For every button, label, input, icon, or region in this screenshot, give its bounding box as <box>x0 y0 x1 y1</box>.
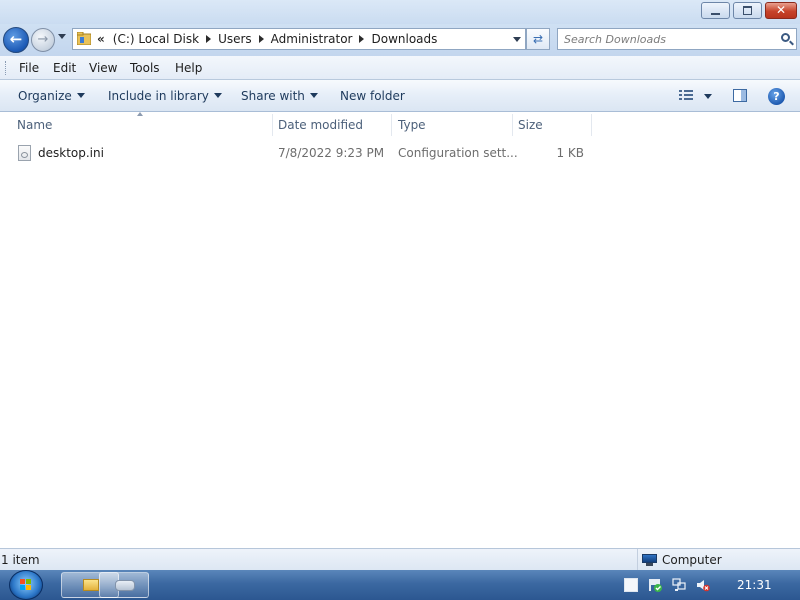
file-date-modified: 7/8/2022 9:23 PM <box>278 146 385 160</box>
column-divider[interactable] <box>391 114 392 136</box>
chevron-down-icon <box>309 93 318 98</box>
menu-view[interactable]: View <box>89 61 117 75</box>
back-button[interactable]: ← <box>3 27 29 53</box>
windows-logo-icon <box>20 579 32 591</box>
address-bar[interactable]: « (C:) Local Disk Users Administrator Do… <box>72 28 526 50</box>
change-view-icon[interactable] <box>679 90 693 101</box>
restore-icon <box>743 6 752 15</box>
address-history-dropdown[interactable] <box>513 37 521 42</box>
chevron-down-icon <box>76 93 85 98</box>
menu-tools[interactable]: Tools <box>130 61 160 75</box>
share-with-button[interactable]: Share with <box>241 89 318 103</box>
menu-help[interactable]: Help <box>175 61 202 75</box>
help-icon[interactable]: ? <box>768 88 785 105</box>
new-folder-button[interactable]: New folder <box>340 89 405 103</box>
share-with-label: Share with <box>241 89 305 103</box>
settings-file-icon <box>18 145 31 161</box>
views-dropdown-icon[interactable] <box>704 94 712 99</box>
search-box[interactable] <box>557 28 797 50</box>
table-row[interactable]: desktop.ini 7/8/2022 9:23 PM Configurati… <box>0 142 800 164</box>
recent-pages-dropdown[interactable] <box>58 34 66 39</box>
menu-file[interactable]: File <box>19 61 39 75</box>
file-size: 1 KB <box>556 146 584 160</box>
forward-button[interactable]: → <box>31 28 55 52</box>
file-name[interactable]: desktop.ini <box>38 142 104 164</box>
navigation-bar: ← → « (C:) Local Disk Users Administrato… <box>0 24 800 56</box>
status-bar: 1 item Computer <box>0 548 800 570</box>
column-header-date-modified[interactable]: Date modified <box>273 112 391 138</box>
app-icon <box>115 580 135 591</box>
item-count: 1 item <box>1 553 40 567</box>
network-icon[interactable] <box>672 578 686 592</box>
system-tray <box>620 570 800 600</box>
breadcrumb-separator-icon[interactable] <box>206 35 212 43</box>
column-headers: Name Date modified Type Size <box>0 112 800 138</box>
breadcrumb-item-local-disk[interactable]: (C:) Local Disk <box>109 32 203 46</box>
folder-icon <box>83 579 99 591</box>
breadcrumb-separator-icon[interactable] <box>359 35 365 43</box>
close-button[interactable]: ✕ <box>765 2 797 19</box>
file-type: Configuration sett... <box>398 146 518 160</box>
menu-bar: File Edit View Tools Help <box>0 56 800 80</box>
document-icon[interactable] <box>624 578 638 592</box>
clock[interactable]: 21:31 <box>737 578 772 592</box>
include-in-library-button[interactable]: Include in library <box>108 89 222 103</box>
breadcrumb-item-administrator[interactable]: Administrator <box>267 32 357 46</box>
breadcrumb-item-users[interactable]: Users <box>214 32 256 46</box>
breadcrumb-item-downloads[interactable]: Downloads <box>367 32 441 46</box>
organize-button[interactable]: Organize <box>18 89 85 103</box>
include-in-library-label: Include in library <box>108 89 209 103</box>
taskbar-app-button[interactable] <box>99 572 149 598</box>
breadcrumb-overflow-button[interactable]: « <box>95 32 109 46</box>
breadcrumb-separator-icon[interactable] <box>258 35 264 43</box>
preview-pane-icon[interactable] <box>733 89 747 102</box>
command-bar: Organize Include in library Share with N… <box>0 80 800 112</box>
volume-muted-icon[interactable] <box>696 578 710 592</box>
column-header-name[interactable]: Name <box>12 112 272 138</box>
minimize-icon <box>711 13 720 15</box>
chevron-down-icon <box>213 93 222 98</box>
status-location-label: Computer <box>662 552 722 567</box>
search-input[interactable] <box>564 31 769 47</box>
forward-arrow-icon: → <box>37 32 49 47</box>
minimize-button[interactable] <box>701 2 730 19</box>
file-list[interactable]: Name Date modified Type Size desktop.ini… <box>0 112 800 548</box>
column-header-type[interactable]: Type <box>393 112 511 138</box>
back-arrow-icon: ← <box>9 30 23 48</box>
action-center-flag-icon[interactable] <box>648 578 662 592</box>
close-icon: ✕ <box>775 3 787 17</box>
menu-grip <box>5 61 9 75</box>
menu-edit[interactable]: Edit <box>53 61 76 75</box>
status-location: Computer <box>637 549 722 570</box>
window-controls: ✕ <box>701 2 797 19</box>
column-header-size[interactable]: Size <box>513 112 591 138</box>
organize-label: Organize <box>18 89 72 103</box>
taskbar: 21:31 <box>0 570 800 600</box>
breadcrumb: « (C:) Local Disk Users Administrator Do… <box>95 29 441 49</box>
start-button[interactable] <box>9 570 43 600</box>
folder-icon <box>77 32 91 45</box>
computer-icon <box>642 553 657 566</box>
refresh-button[interactable]: ⇄ <box>526 28 550 50</box>
restore-button[interactable] <box>733 2 762 19</box>
title-bar: ✕ <box>0 0 800 24</box>
column-divider[interactable] <box>591 114 592 136</box>
search-icon[interactable] <box>781 33 790 42</box>
refresh-icon: ⇄ <box>532 32 544 46</box>
